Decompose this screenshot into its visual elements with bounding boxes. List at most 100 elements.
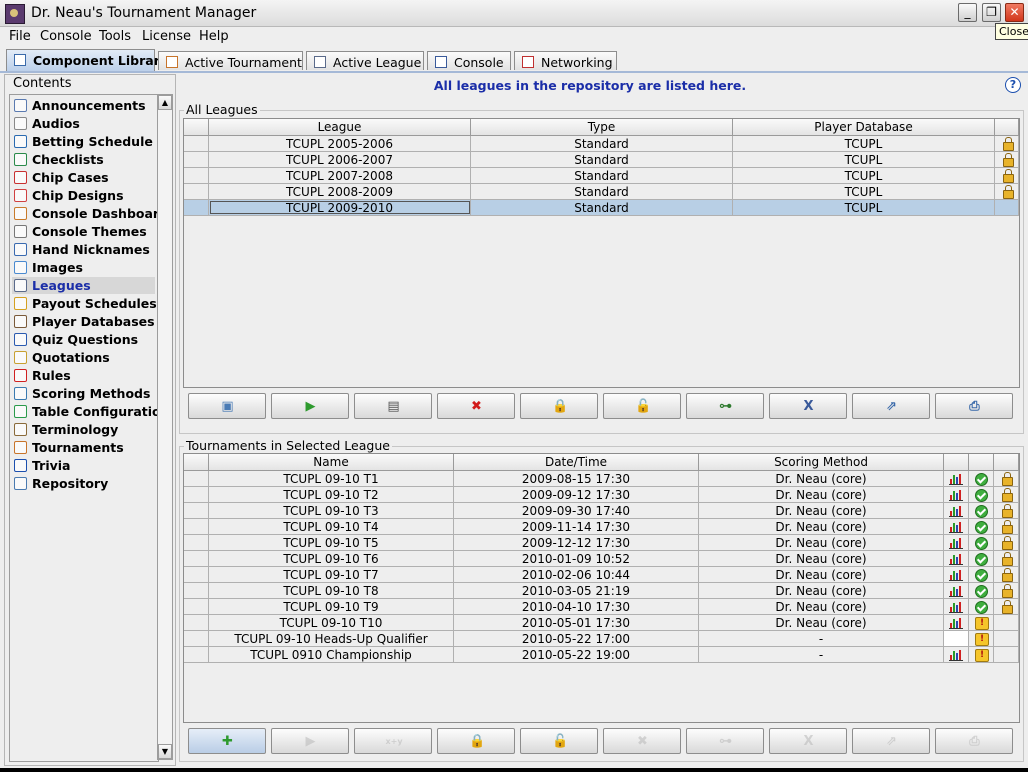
column-header-date-time[interactable]: Date/Time [454,454,699,470]
unlock-tournament-button[interactable]: 🔓 [520,728,598,754]
table-row[interactable]: TCUPL 2006-2007 Standard TCUPL [184,152,1019,168]
chart-cell[interactable] [944,551,969,566]
chart-cell[interactable] [944,487,969,502]
lock-tournament-button[interactable]: 🔒 [437,728,515,754]
table-row[interactable]: TCUPL 09-10 T7 2010-02-06 10:44 Dr. Neau (… [184,567,1019,583]
scroll-up-button[interactable]: ▲ [158,95,172,110]
chart-cell[interactable] [944,503,969,518]
run-tournament-button[interactable]: ▶ [271,728,349,754]
sidebar-item-leagues[interactable]: Leagues [12,277,155,294]
sidebar-item-repository[interactable]: Repository [12,475,155,492]
sidebar-item-scoring-methods[interactable]: Scoring Methods [12,385,155,402]
chart-cell[interactable] [944,647,969,662]
column-header-league[interactable]: League [209,119,471,135]
sidebar-item-payout-schedules[interactable]: Payout Schedules [12,295,157,312]
sidebar-item-trivia[interactable]: Trivia [12,457,155,474]
sidebar-item-betting-schedule[interactable]: Betting Schedule [12,133,155,150]
run-league-button[interactable]: ▶ [271,393,349,419]
table-row[interactable]: TCUPL 09-10 T10 2010-05-01 17:30 Dr. Neau … [184,615,1019,631]
export-tournament-button[interactable]: ⇗ [852,728,930,754]
sidebar-item-hand-nicknames[interactable]: Hand Nicknames [12,241,155,258]
chart-cell[interactable] [944,615,969,630]
cell-datetime: 2009-11-14 17:30 [454,519,699,534]
column-header-name[interactable]: Name [209,454,454,470]
table-row[interactable]: TCUPL 09-10 T5 2009-12-12 17:30 Dr. Neau (… [184,535,1019,551]
contents-scrollbar[interactable]: ▲ ▼ [157,94,173,760]
column-header-type[interactable]: Type [471,119,733,135]
sidebar-item-rules[interactable]: Rules [12,367,155,384]
delete-tournament-button[interactable]: ✖ [603,728,681,754]
add-tournament-button[interactable]: ✚ [188,728,266,754]
table-row[interactable]: TCUPL 09-10 T1 2009-08-15 17:30 Dr. Neau (… [184,471,1019,487]
chart-cell[interactable] [944,519,969,534]
print-icon: ⎙ [969,734,980,749]
chart-cell[interactable] [944,471,969,486]
restore-icon: ❐ [986,5,997,19]
new-league-button[interactable]: ▣ [188,393,266,419]
close-button[interactable]: ✕ [1005,3,1024,22]
table-row[interactable]: TCUPL 09-10 T9 2010-04-10 17:30 Dr. Neau (… [184,599,1019,615]
menu-help[interactable]: Help [199,29,229,44]
column-header-scoring-method[interactable]: Scoring Method [699,454,944,470]
restore-button[interactable]: ❐ [982,3,1001,22]
help-icon[interactable]: ? [1005,77,1021,93]
table-row[interactable]: TCUPL 09-10 T2 2009-09-12 17:30 Dr. Neau (… [184,487,1019,503]
delete-league-button[interactable]: ✖ [437,393,515,419]
table-row[interactable]: TCUPL 09-10 T4 2009-11-14 17:30 Dr. Neau (… [184,519,1019,535]
print-league-button[interactable]: ⎙ [935,393,1013,419]
sidebar-item-console-themes[interactable]: Console Themes [12,223,155,240]
table-row[interactable]: TCUPL 2009-2010 Standard TCUPL [184,200,1019,216]
lock-league-button[interactable]: 🔒 [520,393,598,419]
tab-console[interactable]: Console [427,51,511,70]
tree-league-button[interactable]: ⊶ [686,393,764,419]
sidebar-item-quiz-questions[interactable]: Quiz Questions [12,331,155,348]
scroll-down-button[interactable]: ▼ [158,744,172,759]
tab-component-library[interactable]: Component Library [6,49,168,71]
tab-active-tournament[interactable]: Active Tournament [158,51,303,70]
unlock-league-button[interactable]: 🔓 [603,393,681,419]
excel-tournament-button[interactable]: X [769,728,847,754]
edit-league-button[interactable]: ▤ [354,393,432,419]
sidebar-item-checklists[interactable]: Checklists [12,151,155,168]
chart-cell[interactable] [944,583,969,598]
sidebar-item-chip-cases[interactable]: Chip Cases [12,169,155,186]
chart-cell[interactable] [944,567,969,582]
chart-cell[interactable] [944,535,969,550]
sidebar-item-terminology[interactable]: Terminology [12,421,155,438]
sidebar-item-table-configurations[interactable]: Table Configurations [12,403,158,420]
column-header-player-database[interactable]: Player Database [733,119,995,135]
print-tournament-button[interactable]: ⎙ [935,728,1013,754]
minimize-button[interactable]: _ [958,3,977,22]
sidebar-item-tournaments[interactable]: Tournaments [12,439,155,456]
table-row[interactable]: TCUPL 2007-2008 Standard TCUPL [184,168,1019,184]
table-row[interactable]: TCUPL 0910 Championship 2010-05-22 19:00-… [184,647,1019,663]
sidebar-item-chip-designs[interactable]: Chip Designs [12,187,155,204]
menu-file[interactable]: File [9,29,31,44]
excel-league-button[interactable]: X [769,393,847,419]
tab-active-league[interactable]: Active League [306,51,424,70]
sidebar-item-audios[interactable]: Audios [12,115,155,132]
menu-license[interactable]: License [142,29,191,44]
export-league-button[interactable]: ⇗ [852,393,930,419]
table-row[interactable]: TCUPL 09-10 Heads-Up Qualifier 2010-05-22… [184,631,1019,647]
table-row[interactable]: TCUPL 2005-2006 Standard TCUPL [184,136,1019,152]
tab-networking[interactable]: Networking [514,51,617,70]
menu-tools[interactable]: Tools [99,29,131,44]
sidebar-item-announcements[interactable]: Announcements [12,97,155,114]
table-row[interactable]: TCUPL 2008-2009 Standard TCUPL [184,184,1019,200]
chart-cell[interactable] [944,631,969,646]
chart-cell[interactable] [944,599,969,614]
title-bar[interactable]: Dr. Neau's Tournament Manager _ ❐ ✕ [0,0,1028,27]
sidebar-item-images[interactable]: Images [12,259,155,276]
table-row[interactable]: TCUPL 09-10 T8 2010-03-05 21:19 Dr. Neau (… [184,583,1019,599]
table-row[interactable]: TCUPL 09-10 T6 2010-01-09 10:52 Dr. Neau (… [184,551,1019,567]
cell-league: TCUPL 2008-2009 [209,184,471,199]
sidebar-item-console-dashboards[interactable]: Console Dashboards [12,205,158,222]
tree-tournament-button[interactable]: ⊶ [686,728,764,754]
table-row[interactable]: TCUPL 09-10 T3 2009-09-30 17:40 Dr. Neau (… [184,503,1019,519]
sidebar-item-player-databases[interactable]: Player Databases [12,313,155,330]
row-header [184,152,209,167]
sidebar-item-quotations[interactable]: Quotations [12,349,155,366]
scoring-tournament-button[interactable]: x+y [354,728,432,754]
menu-console[interactable]: Console [40,29,92,44]
